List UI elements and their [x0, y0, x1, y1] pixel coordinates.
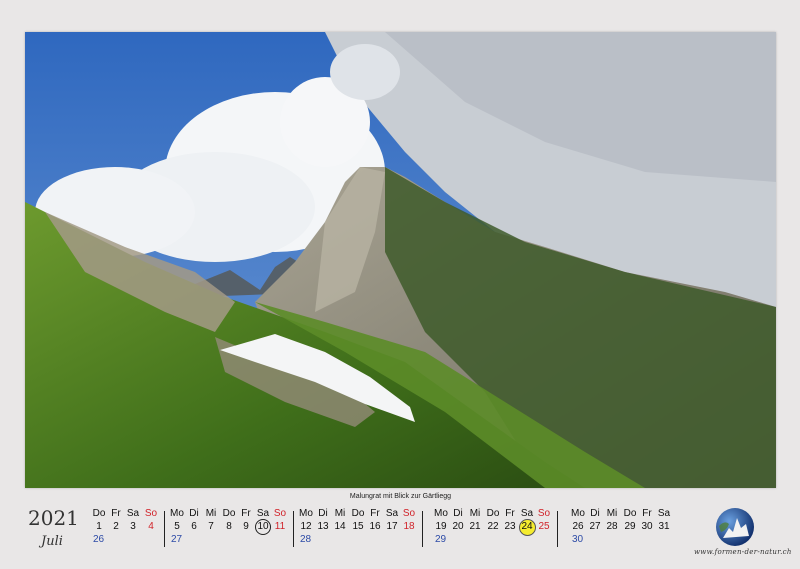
week-number: 28: [300, 534, 312, 545]
week-number: 30: [572, 534, 584, 545]
weekday-header: So: [144, 508, 158, 519]
weekday-header: So: [402, 508, 416, 519]
weekday-header: Do: [222, 508, 236, 519]
weekday-header: Sa: [657, 508, 671, 519]
day-cell: 15: [352, 521, 364, 532]
day-cell: 12: [300, 521, 312, 532]
weekday-header: Fr: [642, 508, 652, 519]
weekday-header: Do: [486, 508, 500, 519]
day-cell: 25: [538, 521, 550, 532]
week-separator: [164, 511, 165, 547]
day-cell: 7: [208, 521, 214, 532]
weekday-header: Di: [590, 508, 600, 519]
weekday-header: Mo: [170, 508, 184, 519]
weekday-header: Mo: [299, 508, 313, 519]
day-cell: 14: [334, 521, 346, 532]
weekday-header: Sa: [385, 508, 399, 519]
day-cell: 2: [113, 521, 119, 532]
weekday-header: Fr: [370, 508, 380, 519]
website-url: www.formen-der-natur.ch: [694, 548, 792, 556]
day-cell: 20: [452, 521, 464, 532]
day-cell: 27: [589, 521, 601, 532]
day-cell: 29: [624, 521, 636, 532]
weekday-header: Di: [318, 508, 328, 519]
day-cell: 28: [606, 521, 618, 532]
day-cell: 22: [487, 521, 499, 532]
weekday-header: Fr: [505, 508, 515, 519]
weekday-header: Di: [453, 508, 463, 519]
day-cell: 4: [148, 521, 154, 532]
weekday-header: Mi: [334, 508, 346, 519]
day-cell: 31: [658, 521, 670, 532]
day-cell: 1: [96, 521, 102, 532]
week-separator: [422, 511, 423, 547]
weekday-header: Mi: [469, 508, 481, 519]
week-separator: [557, 511, 558, 547]
weekday-header: Do: [623, 508, 637, 519]
weekday-header: Fr: [111, 508, 121, 519]
week-number: 27: [171, 534, 183, 545]
calendar-strip: Do 1 Fr 2 Sa 3 So 4 26 Mo 5 Di 6 Mi 7 Do 8 Fr 9 Sa 10 So 11 27 M…: [0, 508, 800, 548]
day-cell: 3: [130, 521, 136, 532]
day-cell: 23: [504, 521, 516, 532]
day-cell: 13: [317, 521, 329, 532]
weekday-header: Sa: [520, 508, 534, 519]
day-cell: 18: [403, 521, 415, 532]
weekday-header: Mi: [205, 508, 217, 519]
weekday-header: Mi: [606, 508, 618, 519]
day-cell: 8: [226, 521, 232, 532]
day-cell: 9: [243, 521, 249, 532]
landscape-photo: [25, 32, 776, 488]
day-cell: 19: [435, 521, 447, 532]
day-cell: 24: [519, 519, 536, 536]
day-cell: 6: [191, 521, 197, 532]
weekday-header: Do: [92, 508, 106, 519]
weekday-header: So: [537, 508, 551, 519]
weekday-header: Sa: [126, 508, 140, 519]
weekday-header: Di: [189, 508, 199, 519]
day-cell: 30: [641, 521, 653, 532]
week-number: 26: [93, 534, 105, 545]
day-cell: 5: [174, 521, 180, 532]
week-number: 29: [435, 534, 447, 545]
week-separator: [293, 511, 294, 547]
day-cell: 11: [274, 521, 286, 532]
globe-logo-icon: [716, 508, 754, 546]
day-cell: 26: [572, 521, 584, 532]
day-cell: 17: [386, 521, 398, 532]
photo-caption: Malungrat mit Blick zur Gärtliegg: [349, 493, 452, 500]
day-cell: 10: [255, 519, 271, 535]
day-cell: 21: [469, 521, 481, 532]
weekday-header: So: [273, 508, 287, 519]
day-cell: 16: [369, 521, 381, 532]
weekday-header: Do: [351, 508, 365, 519]
weekday-header: Mo: [434, 508, 448, 519]
weekday-header: Fr: [241, 508, 251, 519]
weekday-header: Mo: [571, 508, 585, 519]
